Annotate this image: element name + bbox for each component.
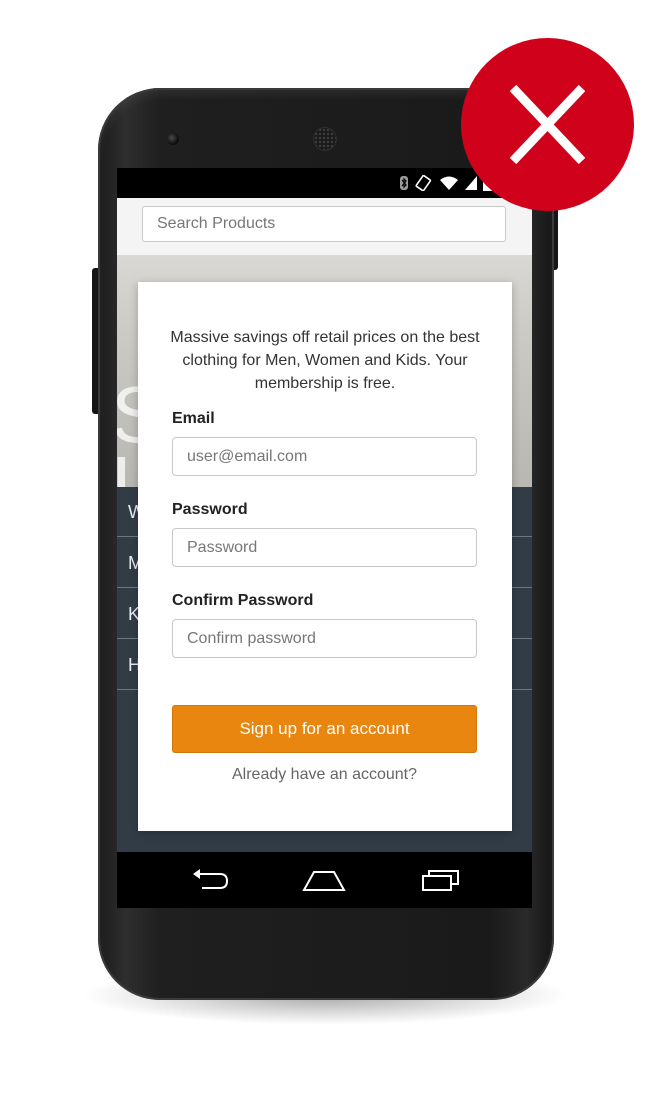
system-navigation-bar [117, 852, 532, 908]
signup-modal: Massive savings off retail prices on the… [138, 282, 512, 831]
search-input[interactable] [142, 206, 506, 242]
earpiece-speaker [314, 128, 336, 150]
signup-button[interactable]: Sign up for an account [172, 705, 477, 753]
login-link[interactable]: Already have an account? [172, 766, 477, 784]
reject-badge [461, 38, 634, 211]
bluetooth-icon [399, 175, 409, 196]
back-icon[interactable] [190, 866, 230, 899]
confirm-password-field[interactable] [172, 619, 477, 658]
membership-intro-text: Massive savings off retail prices on the… [170, 329, 480, 392]
wifi-icon [439, 175, 459, 196]
recents-icon[interactable] [420, 866, 460, 899]
password-label: Password [172, 501, 248, 518]
confirm-password-label: Confirm Password [172, 592, 314, 609]
front-camera [167, 133, 179, 145]
close-icon [509, 84, 586, 165]
email-label: Email [172, 410, 215, 427]
password-field[interactable] [172, 528, 477, 567]
email-field[interactable] [172, 437, 477, 476]
rotate-icon [415, 174, 433, 196]
home-icon[interactable] [302, 866, 346, 899]
